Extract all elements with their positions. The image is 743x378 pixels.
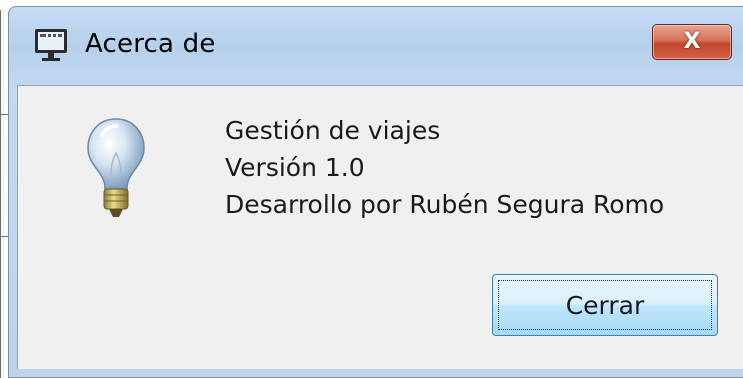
screen: Acerca de X Gestión de viajes Versión 1.… bbox=[0, 0, 743, 378]
window-title: Acerca de bbox=[85, 29, 216, 59]
background-window-mark bbox=[1, 236, 8, 237]
about-info: Gestión de viajes Versión 1.0 Desarrollo… bbox=[225, 112, 664, 223]
dialog-content: Gestión de viajes Versión 1.0 Desarrollo… bbox=[17, 85, 743, 369]
cerrar-button-label: Cerrar bbox=[565, 290, 645, 320]
computer-monitor-icon bbox=[31, 25, 71, 65]
developer-text: Desarrollo por Rubén Segura Romo bbox=[225, 190, 665, 219]
close-window-button[interactable]: X bbox=[652, 24, 732, 60]
cerrar-button[interactable]: Cerrar bbox=[492, 274, 718, 336]
title-bar[interactable]: Acerca de X bbox=[9, 7, 743, 77]
about-dialog: Acerca de X Gestión de viajes Versión 1.… bbox=[8, 6, 743, 378]
close-icon: X bbox=[683, 29, 701, 54]
background-window-edge bbox=[0, 10, 8, 378]
version-text: Versión 1.0 bbox=[225, 153, 365, 182]
app-name-text: Gestión de viajes bbox=[225, 116, 441, 145]
background-window-mark bbox=[1, 114, 8, 115]
light-bulb-icon bbox=[84, 115, 148, 225]
